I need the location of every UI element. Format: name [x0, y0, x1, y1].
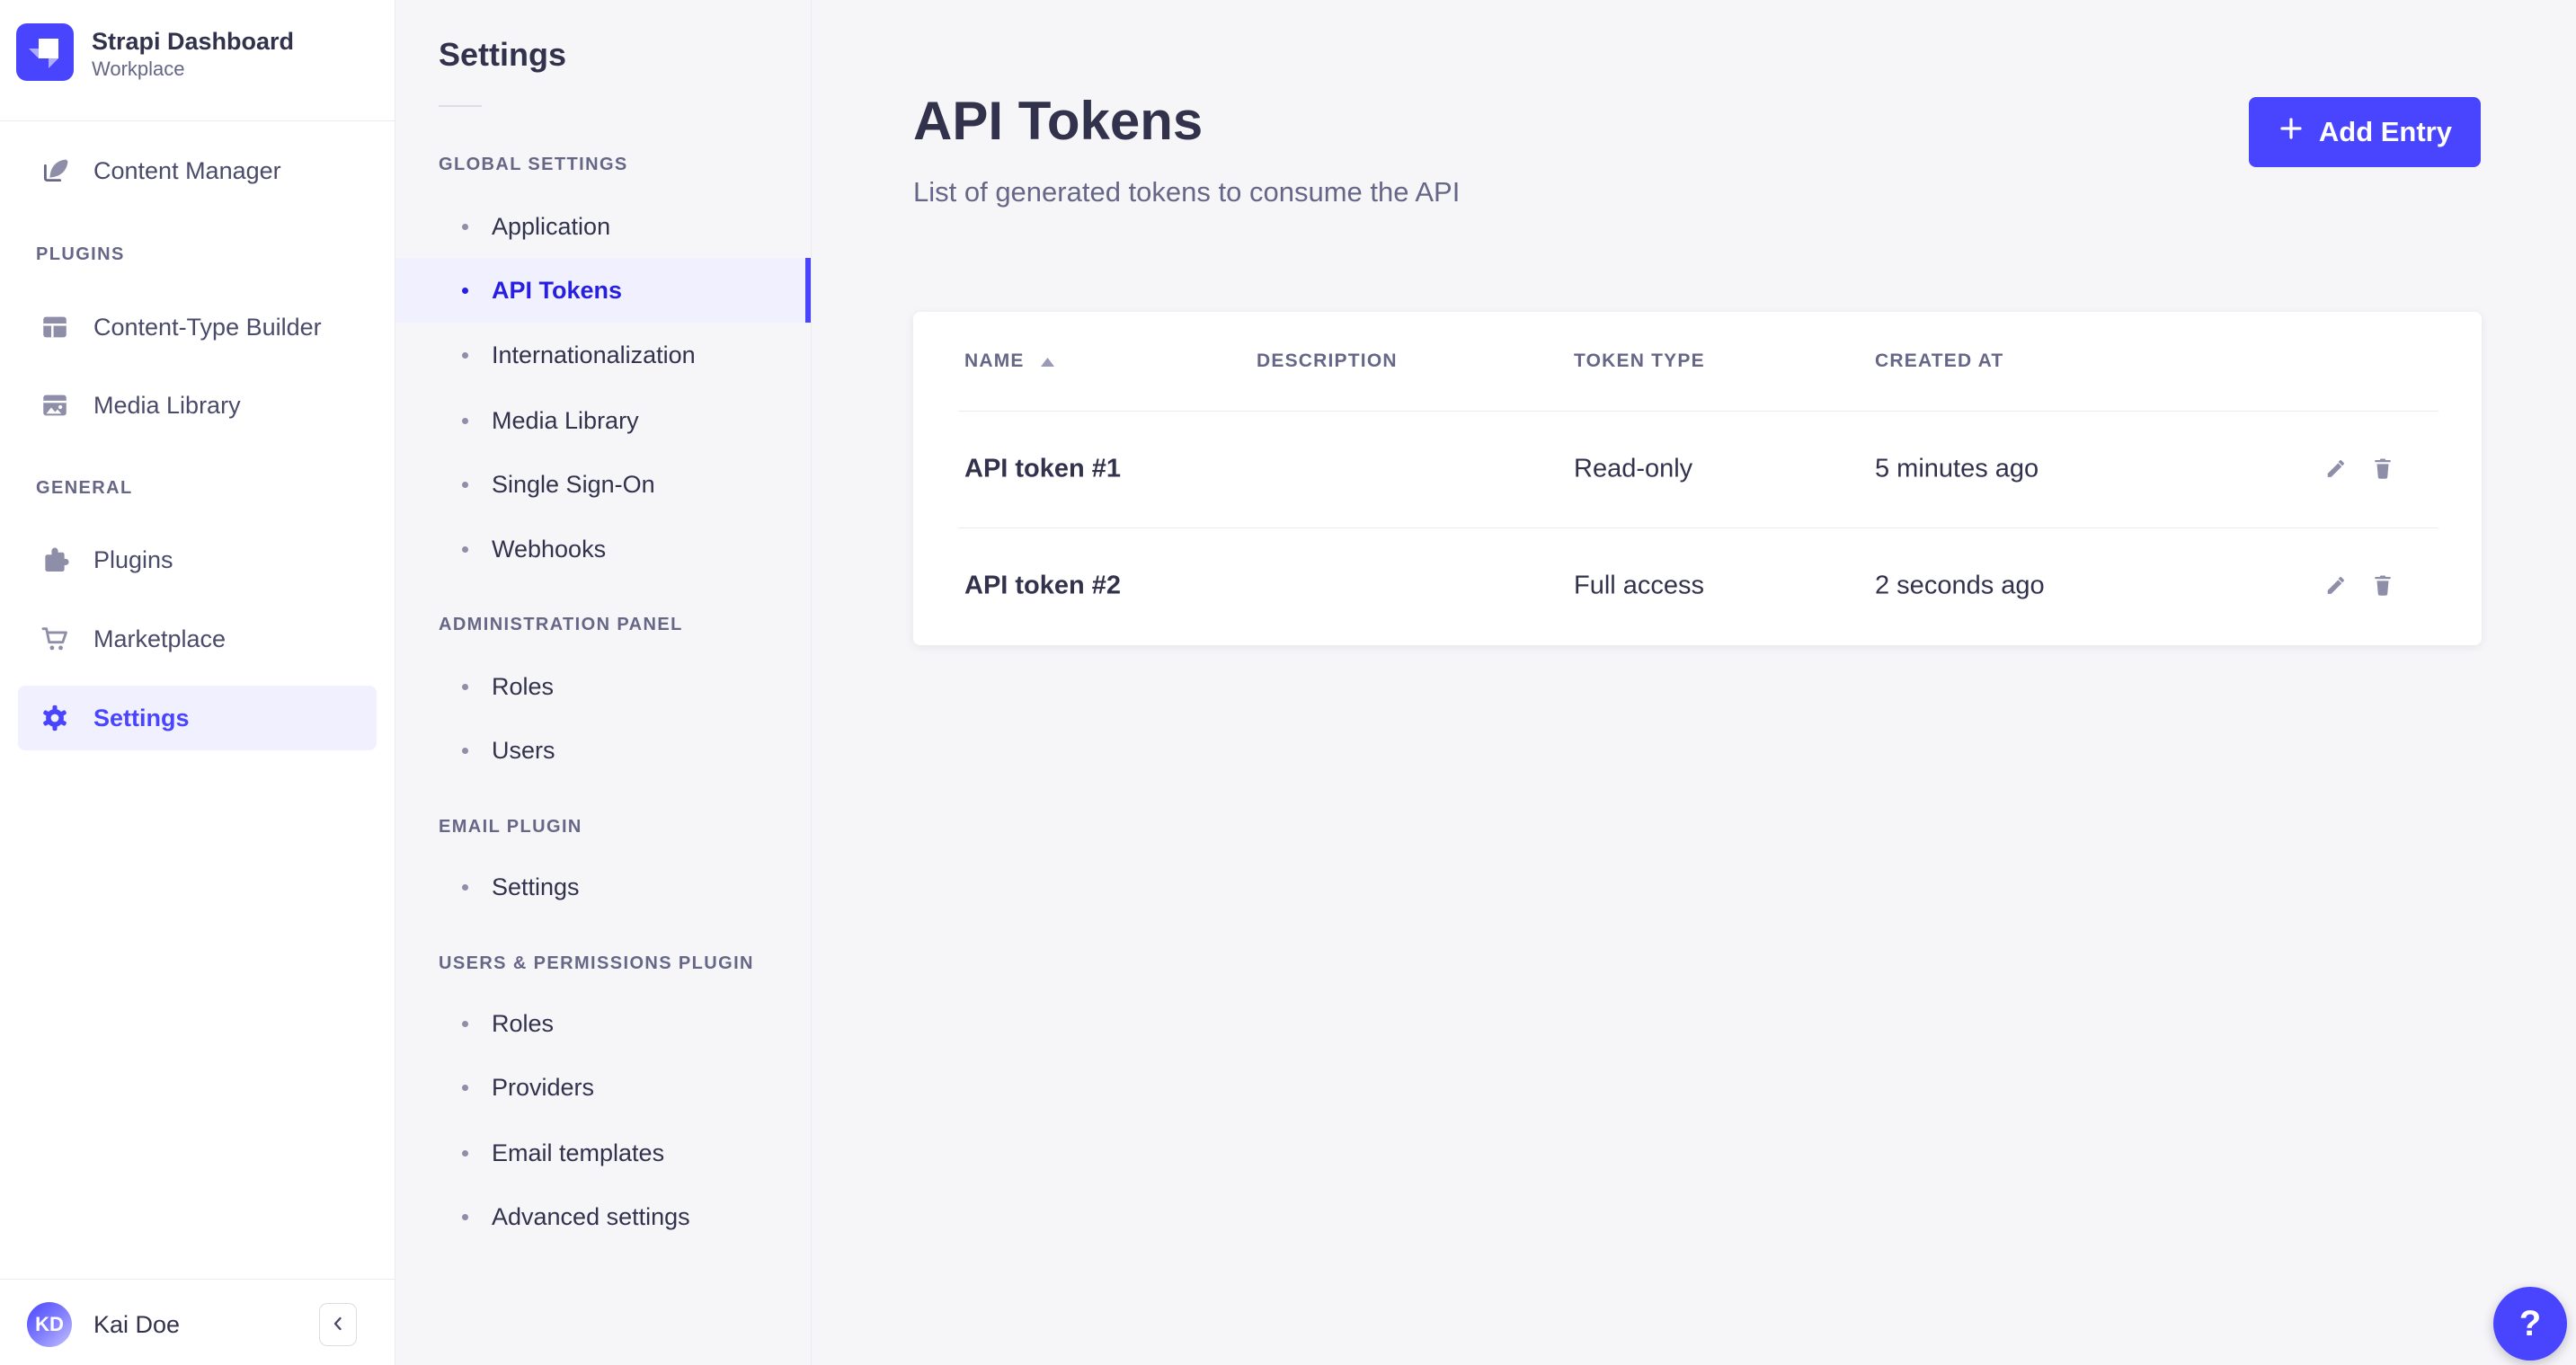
sidebar-item-label: Marketplace: [93, 625, 226, 653]
bullet-icon: [462, 224, 468, 230]
sidebar-item-label: Plugins: [93, 546, 173, 574]
bullet-icon: [462, 1085, 468, 1091]
main-sidebar: Strapi Dashboard Workplace Content Manag…: [0, 0, 395, 1365]
strapi-logo-icon: [16, 23, 74, 85]
bullet-icon: [462, 884, 468, 891]
media-library-icon: [40, 390, 70, 421]
delete-button[interactable]: [2368, 572, 2397, 600]
sidebar-item-marketplace[interactable]: Marketplace: [18, 607, 377, 671]
subnav-item-application[interactable]: Application: [395, 194, 811, 259]
token-created-at: 5 minutes ago: [1875, 455, 2039, 484]
sidebar-item-label: Settings: [93, 705, 190, 732]
bullet-icon: [462, 288, 468, 294]
subnav-section-email-plugin: EMAIL PLUGIN: [439, 817, 582, 838]
token-name: API token #2: [964, 572, 1121, 601]
plus-icon: [2278, 115, 2305, 149]
subnav-item-providers[interactable]: Providers: [395, 1055, 811, 1120]
workspace-subtitle: Workplace: [92, 57, 294, 82]
column-header-description: DESCRIPTION: [1257, 312, 1398, 411]
workspace-brand-link[interactable]: Strapi Dashboard Workplace: [16, 23, 384, 84]
sidebar-item-settings[interactable]: Settings: [18, 686, 377, 750]
api-tokens-table: NAME DESCRIPTION TOKEN TYPE CREATED AT A…: [913, 312, 2482, 645]
strapi-admin-app: Strapi Dashboard Workplace Content Manag…: [0, 0, 2576, 1365]
subnav-item-webhooks[interactable]: Webhooks: [395, 517, 811, 581]
pencil-icon: [2323, 588, 2349, 601]
marketplace-icon: [40, 624, 70, 654]
sidebar-section-general: GENERAL: [36, 478, 133, 499]
sidebar-top-divider: [0, 120, 395, 121]
token-created-at: 2 seconds ago: [1875, 572, 2045, 601]
table-header-row: NAME DESCRIPTION TOKEN TYPE CREATED AT: [913, 312, 2482, 411]
content-manager-icon: [40, 155, 70, 186]
subnav-section-users-permissions-plugin: USERS & PERMISSIONS PLUGIN: [439, 953, 754, 974]
subnav-item-admin-users[interactable]: Users: [395, 718, 811, 783]
subnav-item-internationalization[interactable]: Internationalization: [395, 323, 811, 387]
sidebar-item-label: Media Library: [93, 392, 241, 420]
subnav-item-media-library[interactable]: Media Library: [395, 388, 811, 453]
avatar: KD: [27, 1302, 72, 1347]
column-header-token-type: TOKEN TYPE: [1574, 312, 1705, 411]
pencil-icon: [2323, 471, 2349, 484]
token-type: Read-only: [1574, 455, 1692, 484]
bullet-icon: [462, 546, 468, 553]
sidebar-item-media-library[interactable]: Media Library: [18, 373, 377, 438]
subnav-section-administration-panel: ADMINISTRATION PANEL: [439, 615, 683, 635]
sidebar-collapse-button[interactable]: [319, 1303, 357, 1346]
chevron-left-icon: [327, 1313, 349, 1337]
bullet-icon: [462, 684, 468, 690]
add-entry-button[interactable]: Add Entry: [2249, 97, 2481, 167]
page-title: API Tokens: [913, 90, 1203, 152]
subnav-item-single-sign-on[interactable]: Single Sign-On: [395, 452, 811, 517]
subnav-item-advanced-settings[interactable]: Advanced settings: [395, 1184, 811, 1249]
sidebar-bottom-divider: [0, 1279, 395, 1280]
edit-button[interactable]: [2322, 455, 2350, 483]
trash-icon: [2369, 588, 2396, 601]
subnav-item-admin-roles[interactable]: Roles: [395, 654, 811, 719]
table-row[interactable]: API token #1 Read-only 5 minutes ago: [913, 411, 2482, 527]
subnav-item-api-tokens[interactable]: API Tokens: [395, 258, 811, 323]
question-mark-icon: ?: [2519, 1304, 2541, 1344]
sidebar-item-label: Content-Type Builder: [93, 314, 322, 341]
trash-icon: [2369, 471, 2396, 484]
delete-button[interactable]: [2368, 455, 2397, 483]
help-button[interactable]: ?: [2493, 1287, 2567, 1361]
edit-button[interactable]: [2322, 572, 2350, 600]
sidebar-section-plugins: PLUGINS: [36, 244, 125, 265]
subnav-title-divider: [439, 105, 482, 107]
subnav-item-email-settings[interactable]: Settings: [395, 855, 811, 919]
settings-gear-icon: [40, 703, 70, 733]
sort-ascending-icon: [1041, 350, 1054, 372]
user-menu[interactable]: KD Kai Doe: [27, 1298, 287, 1352]
subnav-item-up-roles[interactable]: Roles: [395, 991, 811, 1056]
content-type-builder-icon: [40, 312, 70, 342]
page-subtitle: List of generated tokens to consume the …: [913, 176, 1460, 208]
sidebar-item-content-type-builder[interactable]: Content-Type Builder: [18, 295, 377, 359]
user-name: Kai Doe: [93, 1311, 180, 1339]
bullet-icon: [462, 1214, 468, 1220]
sidebar-item-label: Content Manager: [93, 157, 281, 185]
subnav-section-global-settings: GLOBAL SETTINGS: [439, 155, 628, 175]
bullet-icon: [462, 482, 468, 488]
column-header-name[interactable]: NAME: [964, 312, 1054, 411]
subnav-item-email-templates[interactable]: Email templates: [395, 1121, 811, 1185]
workspace-title: Strapi Dashboard: [92, 26, 294, 57]
token-name: API token #1: [964, 455, 1121, 484]
bullet-icon: [462, 352, 468, 359]
bullet-icon: [462, 1021, 468, 1027]
bullet-icon: [462, 418, 468, 424]
token-type: Full access: [1574, 572, 1704, 601]
settings-subnav: Settings GLOBAL SETTINGS Application API…: [395, 0, 812, 1365]
column-header-created-at: CREATED AT: [1875, 312, 2003, 411]
plugins-icon: [40, 545, 70, 575]
bullet-icon: [462, 1150, 468, 1157]
bullet-icon: [462, 748, 468, 754]
subnav-title: Settings: [439, 36, 566, 74]
sidebar-item-plugins[interactable]: Plugins: [18, 527, 377, 592]
table-row[interactable]: API token #2 Full access 2 seconds ago: [913, 527, 2482, 644]
sidebar-item-content-manager[interactable]: Content Manager: [18, 138, 377, 203]
